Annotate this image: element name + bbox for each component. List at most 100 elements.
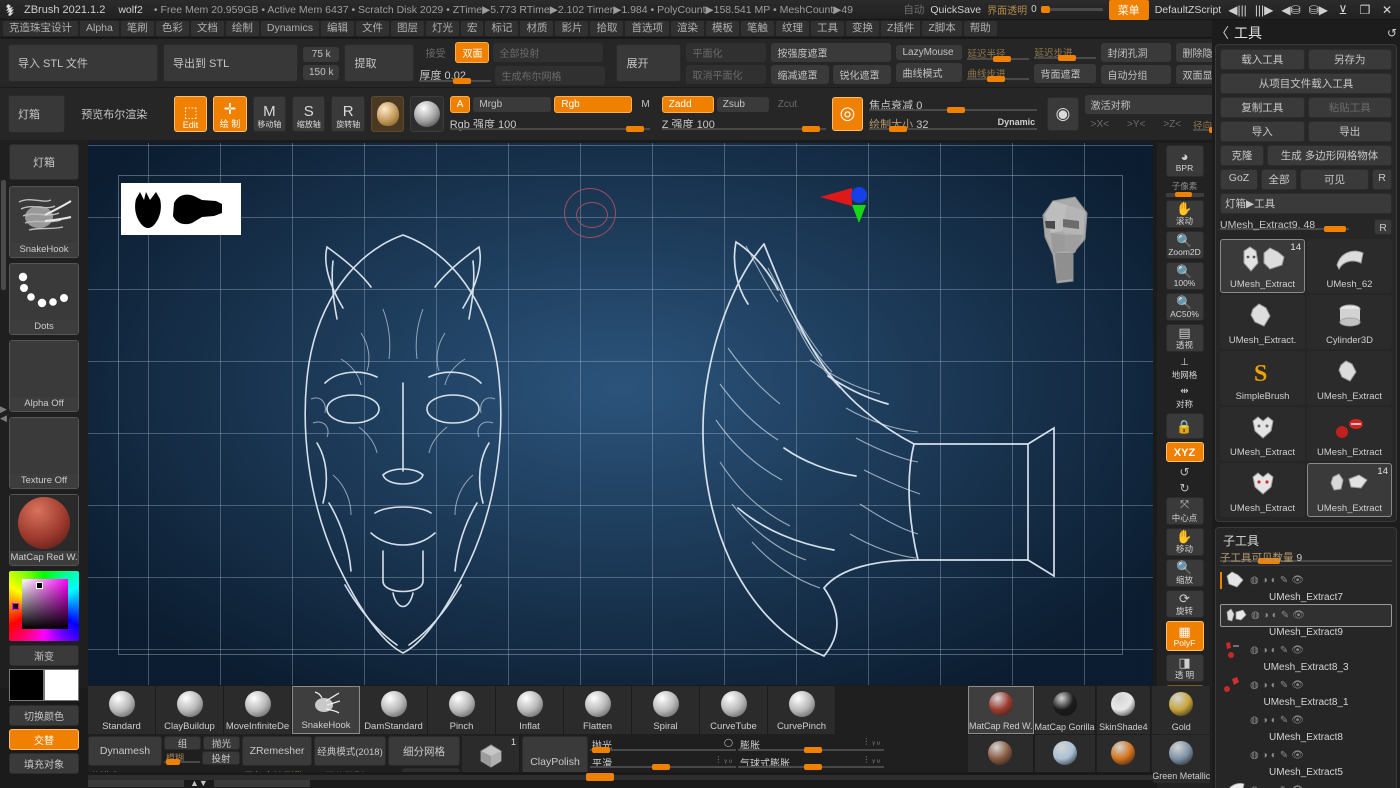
subtool-row[interactable]: ◍◑◐✎👁 xyxy=(1220,779,1392,788)
rotate-ccw-icon[interactable]: ↺ xyxy=(1166,465,1204,479)
lazy-step-slider[interactable]: 延迟步进 xyxy=(1034,44,1096,61)
subtool-item-5[interactable]: ◍◑◐✎👁UMesh_Extract5 xyxy=(1220,744,1392,778)
dynamesh-group-button[interactable]: 组 xyxy=(164,736,201,750)
wolf-side-model[interactable] xyxy=(588,208,1088,678)
layout-right-icon[interactable]: ⛁▶ xyxy=(1308,3,1329,17)
subtool-eye-icon[interactable]: 👁 xyxy=(1291,750,1304,761)
smooth-xyz-icon[interactable]: ⋮ᵧᵤ xyxy=(714,755,734,764)
symmetry-toggle-button[interactable]: ⇹ 对称 xyxy=(1166,384,1204,410)
lightbox-sidebar-button[interactable]: 灯箱 xyxy=(9,144,79,180)
xyz-button[interactable]: XYZ xyxy=(1166,442,1204,462)
import-button[interactable]: 导入 xyxy=(1220,121,1305,142)
menu-item-0[interactable]: 克造珠宝设计 xyxy=(3,21,78,36)
z-intensity-knob[interactable] xyxy=(802,126,820,132)
secondary-color-swatch[interactable] xyxy=(44,669,79,701)
flatten-button[interactable]: 平面化 xyxy=(686,43,766,62)
floor-grid-button[interactable]: ⊥ 地网格 xyxy=(1166,355,1204,381)
transparency-button[interactable]: ◨ 透 明 xyxy=(1166,654,1204,682)
rotate-cw-icon[interactable]: ↻ xyxy=(1166,481,1204,495)
zremesher-button[interactable]: ZRemesher xyxy=(242,736,312,766)
menu-item-12[interactable]: 标记 xyxy=(485,21,518,36)
zadd-button[interactable]: Zadd xyxy=(662,96,714,113)
dynamesh-blur-knob[interactable] xyxy=(166,759,180,765)
close-holes-button[interactable]: 封闭孔洞 xyxy=(1101,43,1171,62)
subtool-brush-icon[interactable]: ✎ xyxy=(1280,785,1288,788)
brush-snakehook[interactable]: SnakeHook xyxy=(292,686,360,734)
menu-item-3[interactable]: 色彩 xyxy=(156,21,189,36)
mrgb-button[interactable]: Mrgb xyxy=(473,97,551,112)
zscript-label[interactable]: DefaultZScript xyxy=(1155,4,1222,16)
shrink-mask-button[interactable]: 缩减遮罩 xyxy=(771,65,829,84)
unfold-button[interactable]: 展开 xyxy=(616,44,681,82)
subtool-brush-icon[interactable]: ✎ xyxy=(1280,575,1288,586)
fill-object-button[interactable]: 填充对象 xyxy=(9,753,79,774)
navigation-head-icon[interactable] xyxy=(1033,191,1103,291)
goz-r-button[interactable]: R xyxy=(1372,169,1392,190)
save-as-button[interactable]: 另存为 xyxy=(1308,49,1393,70)
brush-inflat[interactable]: Inflat xyxy=(496,686,564,734)
tool-item-3[interactable]: Cylinder3D xyxy=(1307,295,1392,349)
subtool-eye-icon[interactable]: 👁 xyxy=(1291,575,1304,586)
rgb-intensity-track[interactable] xyxy=(450,128,650,130)
project-all-button[interactable]: 全部投射 xyxy=(493,43,603,62)
subtool-shadow-icon[interactable]: ◑ xyxy=(1263,610,1269,621)
unflatten-button[interactable]: 取消平面化 xyxy=(686,65,766,84)
make-bool-mesh-button[interactable]: 生成布尔网格 xyxy=(495,66,605,85)
rotate-axis-button[interactable]: R 旋转轴 xyxy=(331,96,364,132)
material-3[interactable]: Gold xyxy=(1152,686,1211,734)
move-button[interactable]: ✋ 移动 xyxy=(1166,528,1204,556)
subtool-eye-icon[interactable]: 👁 xyxy=(1291,715,1304,726)
symmetry-x-button[interactable]: >X< xyxy=(1085,117,1115,132)
subtool-item-3[interactable]: ◍◑◐✎👁UMesh_Extract8_1 xyxy=(1220,674,1392,708)
current-tool-r-button[interactable]: R xyxy=(1374,219,1392,235)
polyframe-button[interactable]: ▦ PolyF xyxy=(1166,621,1204,651)
double-sided-button[interactable]: 双面 xyxy=(455,42,489,63)
menu-item-18[interactable]: 模板 xyxy=(706,21,739,36)
activate-symmetry-button[interactable]: 激活对称 xyxy=(1085,95,1217,114)
rgb-intensity-slider[interactable]: Rgb 强度 100 xyxy=(450,115,650,132)
tool-item-4[interactable]: SSimpleBrush xyxy=(1220,351,1305,405)
menu-item-11[interactable]: 宏 xyxy=(461,21,484,36)
perspective-button[interactable]: ▤ 透视 xyxy=(1166,324,1204,352)
thickness-knob[interactable] xyxy=(453,78,471,84)
menu-item-13[interactable]: 材质 xyxy=(520,21,553,36)
draw-size-button[interactable]: ◎ xyxy=(832,97,863,131)
inflate-slider[interactable]: 膨胀 ⋮ᵧᵤ xyxy=(738,737,884,753)
tool-item-7[interactable]: UMesh_Extract xyxy=(1307,407,1392,461)
smooth-knob[interactable] xyxy=(652,764,670,770)
draw-size-knob[interactable] xyxy=(889,126,907,132)
sharpen-mask-button[interactable]: 锐化遮罩 xyxy=(833,65,891,84)
export-button[interactable]: 导出 xyxy=(1308,121,1393,142)
menu-item-21[interactable]: 工具 xyxy=(811,21,844,36)
brush-pinch[interactable]: Pinch xyxy=(428,686,496,734)
menu-item-5[interactable]: 绘制 xyxy=(226,21,259,36)
subtool-contrast-icon[interactable]: ◐ xyxy=(1271,785,1277,788)
menu-item-2[interactable]: 笔刷 xyxy=(121,21,154,36)
tool-item-9[interactable]: UMesh_Extract14 xyxy=(1307,463,1392,517)
divide-button[interactable]: 细分网格 xyxy=(388,736,460,766)
focal-shift-knob[interactable] xyxy=(947,107,965,113)
inflate-xyz-icon[interactable]: ⋮ᵧᵤ xyxy=(862,737,882,746)
texture-thumbnail[interactable]: Texture Off xyxy=(9,417,79,489)
tool-item-0[interactable]: UMesh_Extract14 xyxy=(1220,239,1305,293)
menu-item-10[interactable]: 灯光 xyxy=(426,21,459,36)
menu-button[interactable]: 菜单 xyxy=(1109,0,1149,20)
menu-item-22[interactable]: 变换 xyxy=(846,21,879,36)
z-intensity-slider[interactable]: Z 强度 100 xyxy=(662,115,826,132)
canvas-viewport[interactable] xyxy=(88,143,1153,685)
polish-slider[interactable]: 抛光 ◯ xyxy=(590,737,736,753)
lightbox-button[interactable]: 灯箱 xyxy=(8,95,65,133)
dynamesh-project-button[interactable]: 投射 xyxy=(202,751,240,765)
menu-item-9[interactable]: 图层 xyxy=(391,21,424,36)
close-button[interactable]: ✕ xyxy=(1379,3,1395,17)
lazy-radius-slider[interactable]: 延迟半径 xyxy=(967,45,1029,62)
thickness-slider[interactable]: 厚度 0.02 xyxy=(419,67,491,84)
subtool-eye-icon[interactable]: 👁 xyxy=(1291,645,1304,656)
subtool-contrast-icon[interactable]: ◐ xyxy=(1272,610,1278,621)
load-tool-button[interactable]: 载入工具 xyxy=(1220,49,1305,70)
subtool-row[interactable]: ◍◑◐✎👁 xyxy=(1220,604,1392,627)
auto-groups-button[interactable]: 自动分组 xyxy=(1101,65,1171,84)
goz-button[interactable]: GoZ xyxy=(1220,169,1258,190)
brush-claybuildup[interactable]: ClayBuildup xyxy=(156,686,224,734)
misc-bar-right[interactable] xyxy=(214,780,310,787)
